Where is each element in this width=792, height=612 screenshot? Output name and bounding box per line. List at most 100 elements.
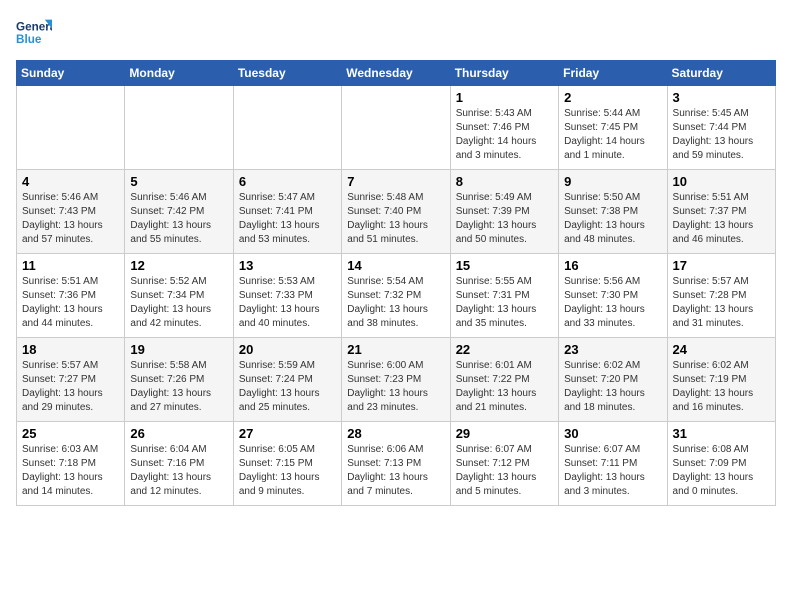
calendar-cell: 18 Sunrise: 5:57 AM Sunset: 7:27 PM Dayli… xyxy=(17,338,125,422)
weekday-header: Saturday xyxy=(667,61,775,86)
calendar-cell: 5Sunrise: 5:46 AM Sunset: 7:42 PM Daylig… xyxy=(125,170,233,254)
calendar-cell: 6 Sunrise: 5:47 AM Sunset: 7:41 PM Daylig… xyxy=(233,170,341,254)
calendar-week-row: 25 Sunrise: 6:03 AM Sunset: 7:18 PM Dayli… xyxy=(17,422,776,506)
day-info: Sunrise: 5:49 AM Sunset: 7:39 PM Dayligh… xyxy=(456,191,553,247)
calendar-cell: 1Sunrise: 5:43 AM Sunset: 7:46 PM Daylig… xyxy=(450,86,558,170)
weekday-header: Wednesday xyxy=(342,61,450,86)
calendar-cell: 2 Sunrise: 5:44 AM Sunset: 7:45 PM Daylig… xyxy=(559,86,667,170)
day-number: 29 xyxy=(456,426,553,441)
day-number: 27 xyxy=(239,426,336,441)
calendar-cell xyxy=(17,86,125,170)
day-info: Sunrise: 5:56 AM Sunset: 7:30 PM Dayligh… xyxy=(564,275,661,331)
day-number: 15 xyxy=(456,258,553,273)
day-info: Sunrise: 6:01 AM Sunset: 7:22 PM Dayligh… xyxy=(456,359,553,415)
calendar-cell xyxy=(125,86,233,170)
day-number: 23 xyxy=(564,342,661,357)
calendar-table: SundayMondayTuesdayWednesdayThursdayFrid… xyxy=(16,60,776,506)
weekday-header: Monday xyxy=(125,61,233,86)
day-info: Sunrise: 5:54 AM Sunset: 7:32 PM Dayligh… xyxy=(347,275,444,331)
day-info: Sunrise: 5:47 AM Sunset: 7:41 PM Dayligh… xyxy=(239,191,336,247)
calendar-cell: 16 Sunrise: 5:56 AM Sunset: 7:30 PM Dayli… xyxy=(559,254,667,338)
svg-text:General: General xyxy=(16,20,52,33)
logo: GeneralBlue xyxy=(16,16,52,52)
day-number: 8 xyxy=(456,174,553,189)
calendar-cell: 11 Sunrise: 5:51 AM Sunset: 7:36 PM Dayli… xyxy=(17,254,125,338)
calendar-cell: 15Sunrise: 5:55 AM Sunset: 7:31 PM Dayli… xyxy=(450,254,558,338)
day-number: 19 xyxy=(130,342,227,357)
calendar-week-row: 18 Sunrise: 5:57 AM Sunset: 7:27 PM Dayli… xyxy=(17,338,776,422)
day-info: Sunrise: 5:46 AM Sunset: 7:43 PM Dayligh… xyxy=(22,191,119,247)
calendar-cell: 17 Sunrise: 5:57 AM Sunset: 7:28 PM Dayli… xyxy=(667,254,775,338)
calendar-cell: 20 Sunrise: 5:59 AM Sunset: 7:24 PM Dayli… xyxy=(233,338,341,422)
day-number: 24 xyxy=(673,342,770,357)
day-number: 6 xyxy=(239,174,336,189)
day-number: 16 xyxy=(564,258,661,273)
day-number: 12 xyxy=(130,258,227,273)
day-number: 13 xyxy=(239,258,336,273)
day-number: 30 xyxy=(564,426,661,441)
day-info: Sunrise: 5:51 AM Sunset: 7:36 PM Dayligh… xyxy=(22,275,119,331)
weekday-header-row: SundayMondayTuesdayWednesdayThursdayFrid… xyxy=(17,61,776,86)
day-info: Sunrise: 5:48 AM Sunset: 7:40 PM Dayligh… xyxy=(347,191,444,247)
day-number: 2 xyxy=(564,90,661,105)
day-number: 31 xyxy=(673,426,770,441)
calendar-week-row: 11 Sunrise: 5:51 AM Sunset: 7:36 PM Dayli… xyxy=(17,254,776,338)
weekday-header: Tuesday xyxy=(233,61,341,86)
day-number: 20 xyxy=(239,342,336,357)
day-info: Sunrise: 6:06 AM Sunset: 7:13 PM Dayligh… xyxy=(347,443,444,499)
calendar-cell: 19 Sunrise: 5:58 AM Sunset: 7:26 PM Dayli… xyxy=(125,338,233,422)
calendar-cell: 23 Sunrise: 6:02 AM Sunset: 7:20 PM Dayli… xyxy=(559,338,667,422)
calendar-cell: 14 Sunrise: 5:54 AM Sunset: 7:32 PM Dayli… xyxy=(342,254,450,338)
day-info: Sunrise: 6:04 AM Sunset: 7:16 PM Dayligh… xyxy=(130,443,227,499)
day-info: Sunrise: 5:50 AM Sunset: 7:38 PM Dayligh… xyxy=(564,191,661,247)
calendar-week-row: 4 Sunrise: 5:46 AM Sunset: 7:43 PM Daylig… xyxy=(17,170,776,254)
weekday-header: Thursday xyxy=(450,61,558,86)
day-info: Sunrise: 5:45 AM Sunset: 7:44 PM Dayligh… xyxy=(673,107,770,163)
calendar-cell: 3 Sunrise: 5:45 AM Sunset: 7:44 PM Daylig… xyxy=(667,86,775,170)
weekday-header: Sunday xyxy=(17,61,125,86)
calendar-cell: 21 Sunrise: 6:00 AM Sunset: 7:23 PM Dayli… xyxy=(342,338,450,422)
calendar-cell: 10Sunrise: 5:51 AM Sunset: 7:37 PM Dayli… xyxy=(667,170,775,254)
svg-text:Blue: Blue xyxy=(16,33,42,46)
calendar-cell: 9 Sunrise: 5:50 AM Sunset: 7:38 PM Daylig… xyxy=(559,170,667,254)
day-number: 17 xyxy=(673,258,770,273)
day-info: Sunrise: 5:57 AM Sunset: 7:28 PM Dayligh… xyxy=(673,275,770,331)
day-info: Sunrise: 5:46 AM Sunset: 7:42 PM Dayligh… xyxy=(130,191,227,247)
day-info: Sunrise: 5:53 AM Sunset: 7:33 PM Dayligh… xyxy=(239,275,336,331)
day-number: 22 xyxy=(456,342,553,357)
day-info: Sunrise: 5:44 AM Sunset: 7:45 PM Dayligh… xyxy=(564,107,661,163)
day-number: 14 xyxy=(347,258,444,273)
day-info: Sunrise: 6:00 AM Sunset: 7:23 PM Dayligh… xyxy=(347,359,444,415)
day-number: 25 xyxy=(22,426,119,441)
day-info: Sunrise: 6:02 AM Sunset: 7:20 PM Dayligh… xyxy=(564,359,661,415)
day-number: 18 xyxy=(22,342,119,357)
day-number: 9 xyxy=(564,174,661,189)
day-info: Sunrise: 5:57 AM Sunset: 7:27 PM Dayligh… xyxy=(22,359,119,415)
calendar-cell: 4 Sunrise: 5:46 AM Sunset: 7:43 PM Daylig… xyxy=(17,170,125,254)
calendar-cell: 27 Sunrise: 6:05 AM Sunset: 7:15 PM Dayli… xyxy=(233,422,341,506)
calendar-cell: 24 Sunrise: 6:02 AM Sunset: 7:19 PM Dayli… xyxy=(667,338,775,422)
day-info: Sunrise: 6:05 AM Sunset: 7:15 PM Dayligh… xyxy=(239,443,336,499)
day-number: 4 xyxy=(22,174,119,189)
day-number: 28 xyxy=(347,426,444,441)
page-header: GeneralBlue xyxy=(16,16,776,52)
day-info: Sunrise: 6:02 AM Sunset: 7:19 PM Dayligh… xyxy=(673,359,770,415)
calendar-cell: 30 Sunrise: 6:07 AM Sunset: 7:11 PM Dayli… xyxy=(559,422,667,506)
day-info: Sunrise: 5:59 AM Sunset: 7:24 PM Dayligh… xyxy=(239,359,336,415)
day-info: Sunrise: 6:03 AM Sunset: 7:18 PM Dayligh… xyxy=(22,443,119,499)
calendar-cell xyxy=(342,86,450,170)
logo-icon: GeneralBlue xyxy=(16,16,52,52)
day-number: 3 xyxy=(673,90,770,105)
day-info: Sunrise: 5:51 AM Sunset: 7:37 PM Dayligh… xyxy=(673,191,770,247)
calendar-cell: 31Sunrise: 6:08 AM Sunset: 7:09 PM Dayli… xyxy=(667,422,775,506)
day-info: Sunrise: 5:52 AM Sunset: 7:34 PM Dayligh… xyxy=(130,275,227,331)
calendar-cell: 12 Sunrise: 5:52 AM Sunset: 7:34 PM Dayli… xyxy=(125,254,233,338)
calendar-cell: 13 Sunrise: 5:53 AM Sunset: 7:33 PM Dayli… xyxy=(233,254,341,338)
calendar-cell: 7Sunrise: 5:48 AM Sunset: 7:40 PM Daylig… xyxy=(342,170,450,254)
day-info: Sunrise: 6:07 AM Sunset: 7:11 PM Dayligh… xyxy=(564,443,661,499)
day-number: 26 xyxy=(130,426,227,441)
day-number: 11 xyxy=(22,258,119,273)
day-info: Sunrise: 5:43 AM Sunset: 7:46 PM Dayligh… xyxy=(456,107,553,163)
day-number: 21 xyxy=(347,342,444,357)
day-info: Sunrise: 5:58 AM Sunset: 7:26 PM Dayligh… xyxy=(130,359,227,415)
